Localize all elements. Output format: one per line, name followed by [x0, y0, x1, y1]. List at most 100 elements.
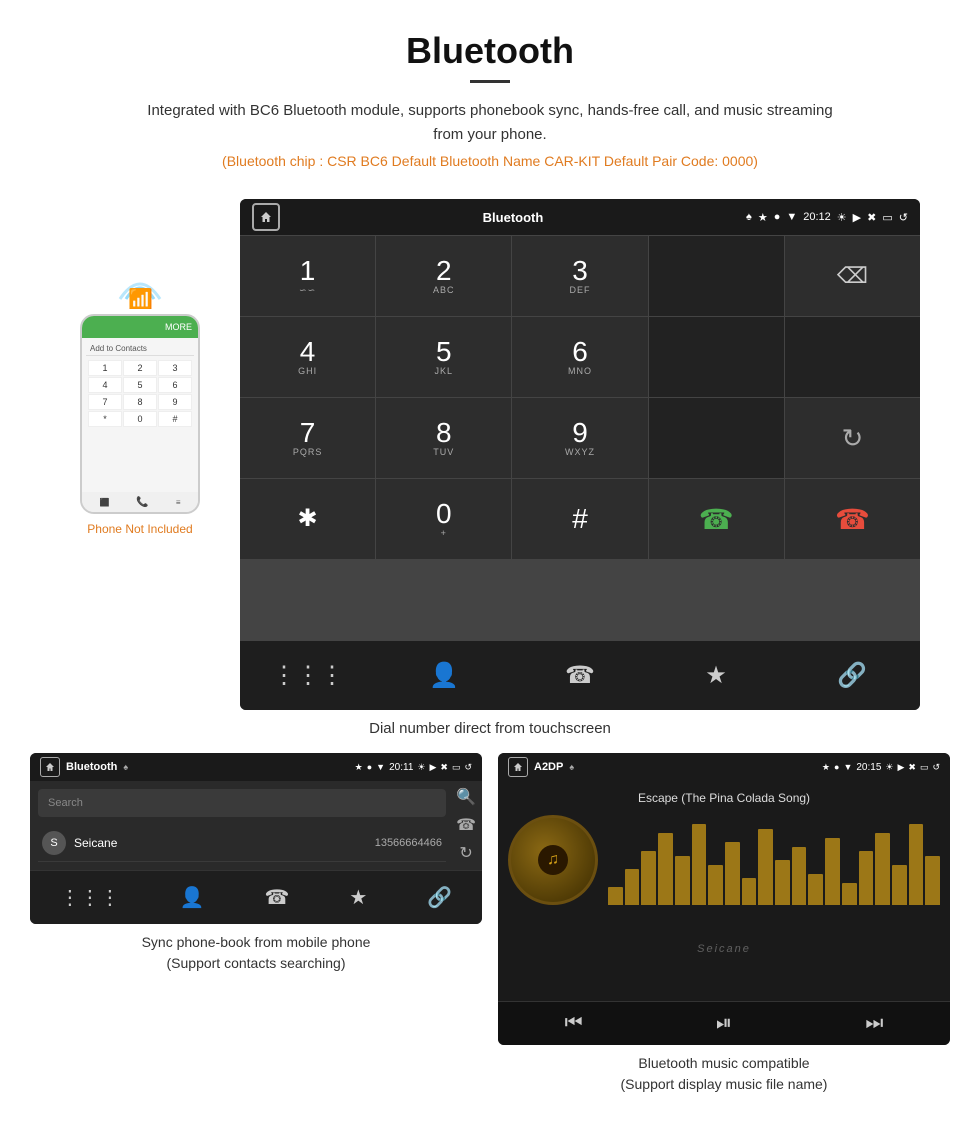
music-caption-line2: (Support display music file name) — [621, 1076, 828, 1092]
status-left — [252, 203, 280, 231]
music-time: 20:15 — [856, 762, 881, 773]
page-title: Bluetooth — [20, 30, 960, 72]
header-divider — [470, 80, 510, 83]
eq-bar — [675, 856, 690, 906]
dial-key-empty-2 — [649, 317, 784, 397]
music-screen-box: A2DP ♠ ★ ● ▼ 20:15 ☀ ▶ ✖ ▭ ↺ Escape (The… — [498, 753, 950, 1045]
eq-bar — [775, 860, 790, 905]
usb-icon: ♠ — [746, 211, 752, 223]
music-screen: A2DP ♠ ★ ● ▼ 20:15 ☀ ▶ ✖ ▭ ↺ Escape (The… — [498, 753, 950, 1095]
phonebook-caption: Sync phone-book from mobile phone (Suppo… — [30, 932, 482, 974]
eq-bar — [808, 874, 823, 906]
pb-nav-bt[interactable]: ★ — [349, 885, 367, 910]
phone-key-3: 3 — [158, 360, 192, 376]
phonebook-content-wrapper: Search S Seicane 13566664466 🔍 ☎ ↻ — [30, 781, 482, 870]
pb-nav-contacts[interactable]: 👤 — [180, 885, 205, 910]
svg-text:📶: 📶 — [128, 287, 153, 309]
pb-wifi-icon: ▼ — [376, 762, 385, 772]
dial-key-2[interactable]: 2 ABC — [376, 236, 511, 316]
eq-bar — [825, 838, 840, 906]
home-button[interactable] — [252, 203, 280, 231]
dial-key-0[interactable]: 0 + — [376, 479, 511, 559]
music-controls: ⏮ ⏯ ⏭ — [498, 1001, 950, 1045]
dial-key-3[interactable]: 3 DEF — [512, 236, 647, 316]
dial-status-bar: Bluetooth ♠ ★ ● ▼ 20:12 ☀ ▶ ✖ ▭ ↺ — [240, 199, 920, 235]
pb-nav-keypad[interactable]: ⋮⋮⋮ — [60, 885, 120, 910]
dial-key-7[interactable]: 7 PQRS — [240, 398, 375, 478]
music-prev-button[interactable]: ⏮ — [565, 1012, 583, 1035]
eq-bar — [792, 847, 807, 906]
pb-home-button[interactable] — [40, 757, 60, 777]
phone-key-4: 4 — [88, 377, 122, 393]
album-art-inner: ♫ — [538, 845, 568, 875]
music-caption: Bluetooth music compatible (Support disp… — [498, 1053, 950, 1095]
back-icon: ↺ — [899, 211, 908, 224]
music-x: ✖ — [908, 762, 916, 773]
page-header: Bluetooth Integrated with BC6 Bluetooth … — [0, 0, 980, 199]
dial-key-5[interactable]: 5 JKL — [376, 317, 511, 397]
music-home-button[interactable] — [508, 757, 528, 777]
music-art-area: ♫ — [508, 815, 940, 905]
dial-key-backspace[interactable]: ⌫ — [785, 236, 920, 316]
pb-search-icon[interactable]: 🔍 — [456, 787, 476, 807]
phone-preview: ✦ 📶 MORE Add to Contacts 1 2 3 4 5 6 7 — [60, 199, 220, 536]
phone-key-8: 8 — [123, 394, 157, 410]
phonebook-screen: Bluetooth ♠ ★ ● ▼ 20:11 ☀ ▶ ✖ ▭ ↺ — [30, 753, 482, 1095]
dial-key-star[interactable]: ✱ — [240, 479, 375, 559]
nav-link-icon[interactable]: 🔗 — [827, 651, 877, 701]
dial-key-reload[interactable]: ↻ — [785, 398, 920, 478]
phone-mockup: MORE Add to Contacts 1 2 3 4 5 6 7 8 9 *… — [80, 314, 200, 514]
wifi-icon: ▼ — [786, 211, 797, 223]
dial-key-4[interactable]: 4 GHI — [240, 317, 375, 397]
pb-usb-icon: ♠ — [123, 762, 128, 772]
nav-bluetooth-icon[interactable]: ★ — [691, 651, 741, 701]
phone-key-0: 0 — [123, 411, 157, 427]
eq-bar — [875, 833, 890, 905]
dial-key-9[interactable]: 9 WXYZ — [512, 398, 647, 478]
eq-bar — [658, 833, 673, 905]
eq-bar — [859, 851, 874, 905]
dial-key-6[interactable]: 6 MNO — [512, 317, 647, 397]
eq-bar — [692, 824, 707, 905]
phone-key-2: 2 — [123, 360, 157, 376]
dial-key-1[interactable]: 1 ∽∽ — [240, 236, 375, 316]
contact-name: Seicane — [74, 836, 375, 850]
pb-nav-link[interactable]: 🔗 — [427, 885, 452, 910]
pb-caption-line1: Sync phone-book from mobile phone — [142, 934, 371, 950]
pb-call-side-icon[interactable]: ☎ — [456, 815, 476, 835]
music-vol: ▶ — [897, 762, 904, 773]
music-note-icon: ♫ — [547, 851, 559, 869]
phone-key-6: 6 — [158, 377, 192, 393]
contact-letter: S — [42, 831, 66, 855]
pb-loc-icon: ● — [367, 762, 372, 772]
pb-refresh-icon[interactable]: ↻ — [459, 843, 472, 863]
pb-nav-phone[interactable]: ☎ — [265, 885, 290, 910]
eq-bar — [625, 869, 640, 905]
window-icon: ▭ — [882, 211, 892, 224]
phone-key-5: 5 — [123, 377, 157, 393]
dial-key-empty-4 — [649, 398, 784, 478]
dial-key-end[interactable]: ☎ — [785, 479, 920, 559]
bottom-screenshots: Bluetooth ♠ ★ ● ▼ 20:11 ☀ ▶ ✖ ▭ ↺ — [0, 753, 980, 1095]
search-bar[interactable]: Search — [38, 789, 446, 817]
eq-bar — [909, 824, 924, 905]
dial-key-hash[interactable]: # — [512, 479, 647, 559]
music-next-button[interactable]: ⏭ — [865, 1012, 883, 1035]
nav-contacts-icon[interactable]: 👤 — [419, 651, 469, 701]
music-bt-icon: ★ — [822, 762, 830, 773]
eq-bar — [742, 878, 757, 905]
dial-key-call[interactable]: ☎ — [649, 479, 784, 559]
time-display: 20:12 — [803, 211, 831, 223]
pb-cam: ☀ — [417, 762, 425, 773]
eq-bar — [842, 883, 857, 906]
phone-bottom-bar: ⬛ 📞 ≡ — [82, 492, 198, 512]
music-content: Escape (The Pina Colada Song) ♫ Seicane — [498, 781, 950, 1001]
music-wifi-icon: ▼ — [843, 762, 852, 772]
nav-keypad-icon[interactable]: ⋮⋮⋮ — [283, 651, 333, 701]
music-loc-icon: ● — [834, 762, 839, 772]
pb-x: ✖ — [440, 762, 448, 773]
music-play-button[interactable]: ⏯ — [716, 1012, 732, 1035]
dial-key-8[interactable]: 8 TUV — [376, 398, 511, 478]
eq-bar — [708, 865, 723, 906]
nav-phone-icon[interactable]: ☎ — [555, 651, 605, 701]
